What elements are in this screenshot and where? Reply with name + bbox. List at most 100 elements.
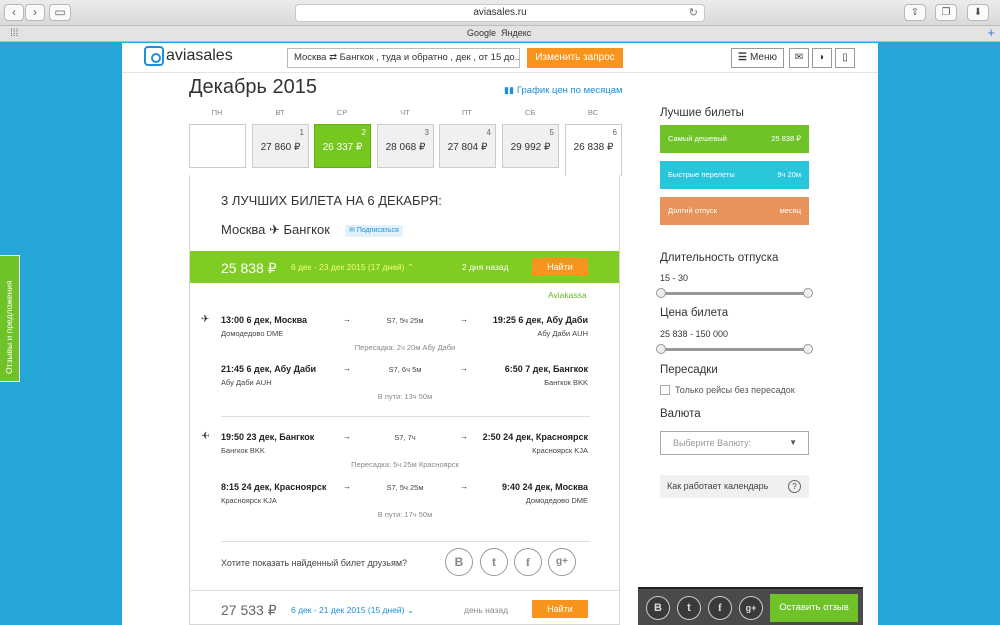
arrow-right-icon: → (460, 482, 468, 491)
offer-dates[interactable]: 6 дек - 21 дек 2015 (15 дней) ⌄ (291, 605, 414, 616)
top-sites-icon[interactable]: ⁞⁞⁞ (10, 26, 18, 41)
nonstop-checkbox-label[interactable]: Только рейсы без пересадок (675, 385, 795, 395)
search-summary-field[interactable]: Москва ⇄ Бангкок , туда и обратно , дек … (287, 48, 520, 68)
day-number: 5 (549, 128, 554, 137)
calendar-day-empty (189, 124, 246, 168)
offer-dates[interactable]: 6 дек - 23 дек 2015 (17 дней) ⌃ (291, 262, 414, 273)
leg-arrival: 2:50 24 дек, Красноярск (482, 432, 588, 442)
day-number: 6 (612, 128, 617, 137)
mobile-icon[interactable]: ▯ (835, 48, 855, 68)
leg-departure-airport: Бангкок BKK (221, 446, 265, 455)
price-chart-link[interactable]: ▮▮ График цен по месяцам (504, 85, 623, 96)
twitter-icon[interactable]: t (677, 596, 701, 620)
agency-name[interactable]: Aviakassa (548, 290, 587, 300)
results-heading: 3 ЛУЧШИХ БИЛЕТА НА 6 ДЕКАБРЯ: (221, 193, 442, 208)
day-price: 28 068 ₽ (385, 142, 426, 153)
rss-icon[interactable]: ◗ (812, 48, 832, 68)
day-price: 27 804 ₽ (447, 142, 488, 153)
calendar-day-selected[interactable]: 6 26 838 ₽ (565, 124, 622, 176)
subscribe-label: Подписаться (356, 227, 399, 234)
reload-icon[interactable]: ↻ (689, 5, 698, 21)
googleplus-share-icon[interactable]: g+ (548, 548, 576, 576)
offer-price: 27 533 ₽ (221, 602, 277, 618)
transfers-title: Пересадки (660, 364, 718, 376)
forward-button[interactable]: › (25, 4, 45, 21)
weekday-fri: ПТ (462, 108, 472, 117)
currency-placeholder: Выберите Валюту: (673, 438, 752, 448)
sidebar-toggle-icon[interactable]: ▭ (49, 4, 71, 21)
leg-duration: S7, 7ч (394, 433, 416, 442)
bar-chart-icon: ▮▮ (504, 85, 514, 95)
weekday-mon: ПН (211, 108, 223, 117)
address-bar[interactable]: aviasales.ru ↻ (295, 4, 705, 22)
help-icon[interactable]: ? (788, 480, 801, 493)
leg-arrival-airport: Абу Даби AUH (537, 329, 588, 338)
calendar-day-cheapest[interactable]: 2 26 337 ₽ (314, 124, 371, 168)
arrow-right-icon: → (343, 432, 351, 441)
leg-departure: 19:50 23 дек, Бангкок (221, 432, 315, 442)
bookmark-yandex[interactable]: Яндекс (501, 26, 531, 41)
best-cheapest-button[interactable]: Самый дешевый 25 838 ₽ (660, 125, 809, 153)
offer-price: 25 838 ₽ (221, 260, 277, 276)
back-button[interactable]: ‹ (4, 4, 24, 21)
price-chart-link-label: График цен по месяцам (516, 85, 623, 96)
arrow-right-icon: → (343, 482, 351, 491)
arrow-right-icon: → (343, 315, 351, 324)
change-request-button[interactable]: Изменить запрос (527, 48, 623, 68)
offer-header[interactable]: 25 838 ₽ 6 дек - 23 дек 2015 (17 дней) ⌃… (190, 251, 619, 283)
subscribe-button[interactable]: ✉ Подписаться (345, 225, 403, 237)
slider-max-handle[interactable] (803, 344, 813, 354)
leg-departure-airport: Домодедово DME (221, 329, 284, 338)
tabs-icon[interactable]: ❐ (935, 4, 957, 21)
currency-select[interactable]: Выберите Валюту: ▼ (660, 431, 809, 455)
vk-share-icon[interactable]: В (445, 548, 473, 576)
leg-arrival: 9:40 24 дек, Москва (501, 482, 588, 492)
share-prompt: Хотите показать найденный билет друзьям? (221, 558, 408, 568)
nonstop-checkbox[interactable] (660, 385, 670, 395)
logo[interactable]: aviasales (166, 47, 233, 65)
duration-slider[interactable] (656, 288, 813, 298)
mail-icon[interactable]: ✉ (789, 48, 809, 68)
leg-departure: 21:45 6 дек, Абу Даби (221, 364, 317, 374)
slider-min-handle[interactable] (656, 344, 666, 354)
weekday-sat: СБ (524, 108, 536, 117)
share-icon[interactable]: ⇪ (904, 4, 926, 21)
offer-updated: 2 дня назад (462, 262, 509, 272)
slider-max-handle[interactable] (803, 288, 813, 298)
add-bookmark-icon[interactable]: + (987, 25, 995, 40)
best-tickets-title: Лучшие билеты (660, 107, 744, 119)
weekday-thu: ЧТ (400, 108, 410, 117)
browser-toolbar: ‹ › ▭ aviasales.ru ↻ ⇪ ❐ ⬇ (0, 0, 1000, 26)
divider (221, 416, 590, 417)
googleplus-icon[interactable]: g+ (739, 596, 763, 620)
best-fastest-button[interactable]: Быстрые перелеты 9ч 20м (660, 161, 809, 189)
vk-icon[interactable]: В (646, 596, 670, 620)
best-long-vacation-button[interactable]: Долгий отпуск месяц (660, 197, 809, 225)
divider (190, 590, 619, 591)
arrow-right-icon: → (460, 432, 468, 441)
menu-button[interactable]: ☰ Меню (731, 48, 784, 68)
leg-duration: S7, 6ч 5м (388, 365, 422, 374)
facebook-share-icon[interactable]: f (514, 548, 542, 576)
calendar-day[interactable]: 4 27 804 ₽ (439, 124, 496, 168)
bookmark-google[interactable]: Google (467, 26, 496, 41)
find-button[interactable]: Найти (532, 600, 588, 618)
twitter-share-icon[interactable]: t (480, 548, 508, 576)
calendar-day[interactable]: 3 28 068 ₽ (377, 124, 434, 168)
logo-icon[interactable] (144, 46, 164, 66)
find-button[interactable]: Найти (532, 258, 588, 276)
best-label: Быстрые перелеты (668, 170, 735, 179)
slider-min-handle[interactable] (656, 288, 666, 298)
feedback-side-tab[interactable]: Отзывы и предложения (0, 255, 20, 382)
weekday-tue: ВТ (275, 108, 285, 117)
calendar-day[interactable]: 1 27 860 ₽ (252, 124, 309, 168)
price-slider[interactable] (656, 344, 813, 354)
menu-label: Меню (749, 52, 777, 63)
menu-icon: ☰ (738, 52, 747, 63)
calendar-day[interactable]: 5 29 992 ₽ (502, 124, 559, 168)
downloads-icon[interactable]: ⬇ (967, 4, 989, 21)
leave-feedback-button[interactable]: Оставить отзыв (770, 594, 858, 622)
how-calendar-works[interactable]: Как работает календарь? (660, 475, 809, 498)
facebook-icon[interactable]: f (708, 596, 732, 620)
bookmarks-bar: ⁞⁞⁞ Google Яндекс + (0, 25, 1000, 42)
